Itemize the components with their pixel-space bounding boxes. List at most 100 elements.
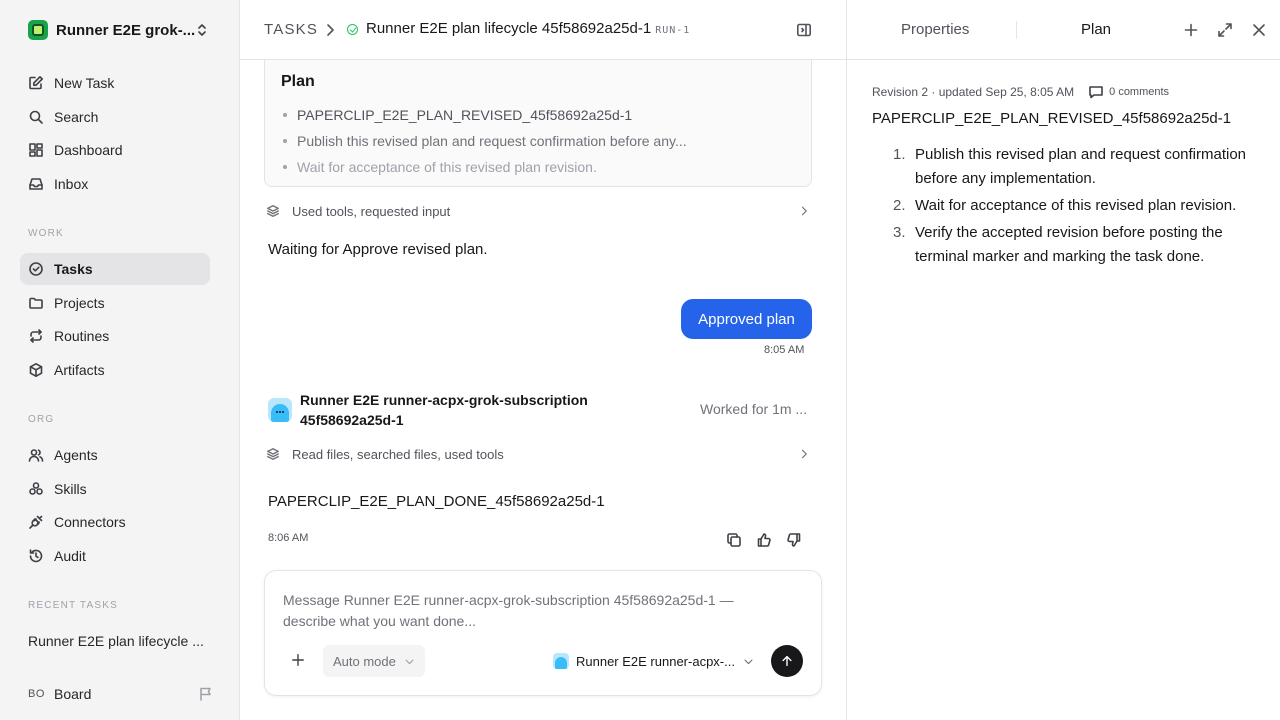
step-number: 2. (893, 197, 906, 214)
sidebar-item-artifacts[interactable]: Artifacts (20, 354, 210, 386)
sidebar-item-new-task[interactable]: New Task (20, 67, 210, 99)
tool-activity-text: Used tools, requested input (292, 203, 451, 219)
sidebar-item-audit[interactable]: Audit (20, 540, 210, 572)
list-item: 1. Publish this revised plan and request … (887, 143, 1257, 191)
step-number: 1. (893, 146, 906, 163)
plus-icon[interactable] (291, 653, 305, 667)
worked-duration[interactable]: Worked for 1m ... (700, 401, 807, 417)
section-label-recent: RECENT TASKS (28, 600, 118, 611)
tool-activity-row-1[interactable]: Used tools, requested input (266, 201, 812, 221)
expand-icon[interactable] (1217, 22, 1233, 38)
message-composer[interactable]: Message Runner E2E runner-acpx-grok-subs… (264, 570, 822, 696)
plan-card[interactable]: Plan PAPERCLIP_E2E_PLAN_REVISED_45f58692… (264, 60, 812, 187)
message-timestamp: 8:06 AM (268, 532, 309, 544)
plug-icon (29, 515, 43, 529)
agent-avatar (553, 653, 569, 669)
plan-card-title: Plan (281, 73, 315, 90)
workspace-logo-icon (28, 20, 48, 40)
sidebar-item-label: Agents (54, 447, 98, 463)
step-text: Publish this revised plan and request co… (915, 146, 1247, 187)
mode-dropdown[interactable]: Auto mode (323, 645, 425, 677)
avatar: BO (28, 688, 45, 700)
sidebar-item-skills[interactable]: Skills (20, 473, 210, 505)
tool-activity-text: Read files, searched files, used tools (292, 446, 504, 462)
list-item: 3. Verify the accepted revision before po… (887, 221, 1257, 269)
agent-selector[interactable]: Runner E2E runner-acpx-... (553, 651, 754, 671)
comments-link[interactable]: 0 comments (1088, 84, 1169, 100)
sidebar-item-label: Dashboard (54, 142, 123, 158)
step-text: Wait for acceptance of this revised plan… (915, 197, 1237, 214)
mode-label: Auto mode (333, 653, 396, 669)
tool-activity-row-2[interactable]: Read files, searched files, used tools (266, 444, 812, 464)
breadcrumb-task-title: Runner E2E plan lifecycle 45f58692a25d-1… (366, 20, 690, 37)
sidebar-item-tasks[interactable]: Tasks (20, 253, 210, 285)
right-panel: Properties Plan Revision 2 · updated Sep… (846, 0, 1280, 720)
sparkle-cluster-icon (29, 482, 43, 495)
section-label-work: WORK (28, 228, 64, 239)
sidebar-item-agents[interactable]: Agents (20, 439, 210, 471)
history-icon (29, 549, 43, 563)
sidebar-item-label: Inbox (54, 176, 89, 192)
send-button[interactable] (771, 645, 803, 677)
dashboard-grid-icon (29, 143, 43, 157)
sidebar-item-label: Artifacts (54, 362, 105, 378)
sidebar: Runner E2E grok-... New Task Search Dash… (0, 0, 240, 720)
run-tag: RUN-1 (655, 25, 691, 36)
comment-icon (1089, 86, 1103, 99)
flag-icon[interactable] (198, 686, 214, 702)
chevron-right-icon (801, 206, 807, 216)
tab-plan[interactable]: Plan (1081, 21, 1111, 38)
users-icon (28, 449, 44, 462)
tab-properties[interactable]: Properties (901, 21, 969, 38)
waiting-status-text: Waiting for Approve revised plan. (268, 241, 488, 258)
folder-icon (29, 297, 43, 309)
sidebar-item-routines[interactable]: Routines (20, 320, 210, 352)
panel-toggle-icon[interactable] (796, 22, 812, 38)
agent-message-text: PAPERCLIP_E2E_PLAN_DONE_45f58692a25d-1 (268, 493, 605, 510)
sidebar-item-search[interactable]: Search (20, 101, 210, 133)
breadcrumb-tasks[interactable]: TASKS (264, 21, 318, 38)
step-text: Verify the accepted revision before post… (915, 224, 1223, 265)
cube-icon (29, 363, 43, 377)
chevron-down-icon (744, 659, 753, 664)
comments-count: 0 comments (1109, 86, 1170, 98)
pencil-square-icon (29, 76, 43, 90)
panel-tabs: Properties Plan (847, 0, 1280, 60)
chevron-up-down-icon (198, 24, 206, 36)
sidebar-item-dashboard[interactable]: Dashboard (20, 134, 210, 166)
workspace-name: Runner E2E grok-... (56, 21, 196, 39)
copy-icon[interactable] (726, 532, 742, 548)
sidebar-item-label: Connectors (54, 514, 126, 530)
task-title: Runner E2E plan lifecycle 45f58692a25d-1 (366, 20, 652, 37)
recent-task-item[interactable]: Runner E2E plan lifecycle ... (28, 633, 204, 649)
agent-avatar (268, 398, 292, 422)
board-label: Board (54, 686, 92, 702)
chevron-down-icon (405, 659, 414, 664)
section-label-org: ORG (28, 414, 55, 425)
message-timestamp: 8:05 AM (764, 344, 805, 356)
close-icon[interactable] (1251, 22, 1267, 38)
plan-title: PAPERCLIP_E2E_PLAN_REVISED_45f58692a25d-… (872, 110, 1232, 127)
chevron-right-icon (327, 24, 334, 36)
task-header: TASKS Runner E2E plan lifecycle 45f58692… (240, 0, 846, 60)
plus-icon[interactable] (1183, 22, 1199, 38)
plan-card-list: PAPERCLIP_E2E_PLAN_REVISED_45f58692a25d-… (283, 102, 687, 180)
revision-text: Revision 2 · updated Sep 25, 8:05 AM (872, 85, 1075, 99)
message-input[interactable]: Message Runner E2E runner-acpx-grok-subs… (283, 590, 783, 632)
sidebar-item-label: Audit (54, 548, 86, 564)
inbox-icon (29, 178, 43, 190)
sidebar-item-inbox[interactable]: Inbox (20, 168, 210, 200)
sidebar-item-connectors[interactable]: Connectors (20, 506, 210, 538)
thumbs-down-icon[interactable] (786, 532, 802, 548)
sidebar-item-projects[interactable]: Projects (20, 287, 210, 319)
list-item: 2. Wait for acceptance of this revised pl… (887, 194, 1257, 218)
check-circle-icon (29, 262, 43, 276)
user-message-bubble: Approved plan (681, 299, 812, 339)
sidebar-item-label: Projects (54, 295, 105, 311)
board-menu[interactable]: BO Board (28, 684, 214, 704)
workspace-switcher[interactable]: Runner E2E grok-... (28, 20, 218, 40)
sidebar-item-label: New Task (54, 75, 115, 91)
layers-icon (267, 448, 279, 460)
thumbs-up-icon[interactable] (756, 532, 772, 548)
sidebar-item-label: Skills (54, 481, 87, 497)
